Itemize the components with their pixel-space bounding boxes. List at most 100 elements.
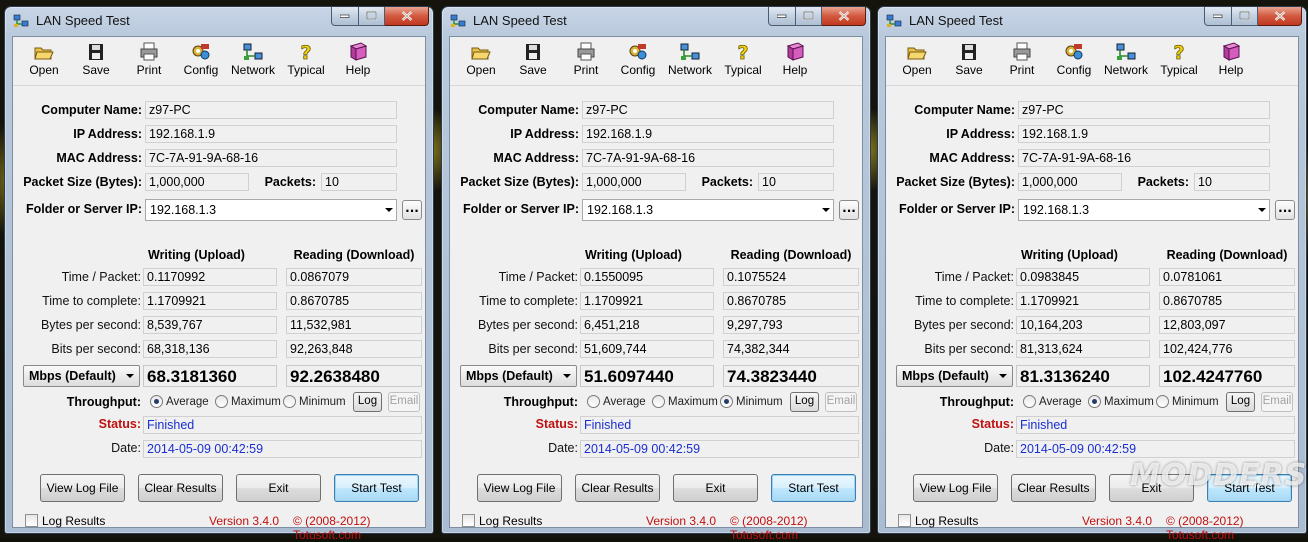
toolbar-typical-button[interactable]: ? Typical — [1154, 39, 1204, 83]
toolbar-help-button[interactable]: Help — [770, 39, 820, 83]
toolbar-save-button[interactable]: Save — [944, 39, 994, 83]
minimize-icon — [1213, 14, 1223, 18]
minimize-button[interactable] — [1204, 7, 1232, 26]
email-button[interactable]: Email — [388, 392, 420, 412]
units-dropdown[interactable]: Mbps (Default) — [23, 365, 140, 387]
toolbar: Open Save Print Config Network ? Typical… — [13, 37, 425, 86]
log-results-checkbox[interactable]: Log Results — [25, 514, 105, 528]
toolbar-config-button[interactable]: Config — [1049, 39, 1099, 83]
browse-button[interactable]: ... — [402, 200, 422, 220]
maximize-button[interactable] — [796, 7, 822, 26]
radio-average[interactable]: Average — [587, 395, 646, 409]
browse-button[interactable]: ... — [1275, 200, 1295, 220]
radio-maximum[interactable]: Maximum — [215, 395, 281, 409]
radio-dot — [283, 395, 296, 408]
log-button[interactable]: Log — [790, 392, 819, 412]
write-time-complete: 1.1709921 — [1016, 292, 1150, 310]
clear-results-button[interactable]: Clear Results — [1011, 474, 1096, 502]
toolbar-config-button[interactable]: Config — [613, 39, 663, 83]
printer-icon — [1013, 42, 1031, 61]
log-button[interactable]: Log — [353, 392, 382, 412]
minimize-button[interactable] — [768, 7, 796, 26]
maximize-button[interactable] — [1232, 7, 1258, 26]
units-dropdown[interactable]: Mbps (Default) — [460, 365, 577, 387]
units-value: Mbps (Default) — [29, 369, 116, 383]
exit-button[interactable]: Exit — [673, 474, 758, 502]
mac-address-field: 7C-7A-91-9A-68-16 — [582, 149, 834, 167]
toolbar-save-button[interactable]: Save — [508, 39, 558, 83]
view-log-file-button[interactable]: View Log File — [40, 474, 125, 502]
toolbar-open-button[interactable]: Open — [456, 39, 506, 83]
server-ip-combo[interactable]: 192.168.1.3 — [1018, 199, 1270, 221]
log-results-checkbox[interactable]: Log Results — [898, 514, 978, 528]
title-bar[interactable]: LAN Speed Test — [5, 7, 433, 35]
radio-average[interactable]: Average — [1023, 395, 1082, 409]
radio-maximum[interactable]: Maximum — [652, 395, 718, 409]
log-button[interactable]: Log — [1226, 392, 1255, 412]
exit-button[interactable]: Exit — [236, 474, 321, 502]
time-packet-label: Time / Packet: — [61, 270, 141, 284]
toolbar-print-button[interactable]: Print — [561, 39, 611, 83]
maximize-button[interactable] — [359, 7, 385, 26]
chevron-down-icon — [385, 208, 393, 212]
date-value: 2014-05-09 00:42:59 — [580, 440, 859, 458]
folder-server-label: Folder or Server IP: — [25, 202, 142, 216]
minimize-button[interactable] — [331, 7, 359, 26]
start-test-button[interactable]: Start Test — [334, 474, 419, 502]
toolbar-config-label: Config — [620, 63, 656, 77]
toolbar-print-button[interactable]: Print — [997, 39, 1047, 83]
units-dropdown[interactable]: Mbps (Default) — [896, 365, 1013, 387]
radio-minimum[interactable]: Minimum — [720, 395, 783, 409]
toolbar-save-button[interactable]: Save — [71, 39, 121, 83]
toolbar-typical-button[interactable]: ? Typical — [718, 39, 768, 83]
view-log-file-button[interactable]: View Log File — [477, 474, 562, 502]
mac-address-label: MAC Address: — [493, 151, 579, 165]
close-button[interactable] — [385, 7, 429, 26]
server-ip-combo[interactable]: 192.168.1.3 — [582, 199, 834, 221]
title-bar[interactable]: LAN Speed Test — [878, 7, 1306, 35]
packet-size-input[interactable]: 1,000,000 — [582, 173, 686, 191]
toolbar-help-button[interactable]: Help — [333, 39, 383, 83]
browse-button[interactable]: ... — [839, 200, 859, 220]
toolbar-network-button[interactable]: Network — [665, 39, 715, 83]
toolbar-help-button[interactable]: Help — [1206, 39, 1256, 83]
toolbar-network-button[interactable]: Network — [228, 39, 278, 83]
email-button[interactable]: Email — [1261, 392, 1293, 412]
email-button[interactable]: Email — [825, 392, 857, 412]
log-results-checkbox[interactable]: Log Results — [462, 514, 542, 528]
toolbar-typical-label: Typical — [287, 63, 325, 77]
read-bits-sec: 92,263,848 — [286, 340, 422, 358]
clear-results-button[interactable]: Clear Results — [138, 474, 223, 502]
close-button[interactable] — [822, 7, 866, 26]
toolbar-save-label: Save — [82, 63, 110, 77]
read-time-complete: 0.8670785 — [723, 292, 859, 310]
close-button[interactable] — [1258, 7, 1302, 26]
server-ip-value: 192.168.1.3 — [150, 203, 217, 217]
packet-size-input[interactable]: 1,000,000 — [1018, 173, 1122, 191]
radio-minimum[interactable]: Minimum — [283, 395, 346, 409]
server-ip-combo[interactable]: 192.168.1.3 — [145, 199, 397, 221]
app-icon — [886, 14, 902, 27]
radio-minimum[interactable]: Minimum — [1156, 395, 1219, 409]
radio-maximum[interactable]: Maximum — [1088, 395, 1154, 409]
view-log-file-button[interactable]: View Log File — [913, 474, 998, 502]
window-client-area: Open Save Print Config Network ? Typical… — [449, 36, 863, 542]
toolbar-print-button[interactable]: Print — [124, 39, 174, 83]
packets-input[interactable]: 10 — [321, 173, 397, 191]
toolbar-network-button[interactable]: Network — [1101, 39, 1151, 83]
toolbar-open-button[interactable]: Open — [892, 39, 942, 83]
toolbar-open-button[interactable]: Open — [19, 39, 69, 83]
packet-size-input[interactable]: 1,000,000 — [145, 173, 249, 191]
status-label: Status: — [98, 417, 141, 431]
title-bar[interactable]: LAN Speed Test — [442, 7, 870, 35]
clear-results-button[interactable]: Clear Results — [575, 474, 660, 502]
packets-input[interactable]: 10 — [758, 173, 834, 191]
toolbar-config-button[interactable]: Config — [176, 39, 226, 83]
read-mbps: 92.2638480 — [286, 365, 422, 387]
packets-input[interactable]: 10 — [1194, 173, 1270, 191]
packet-size-label: Packet Size (Bytes): — [896, 175, 1015, 189]
start-test-button[interactable]: Start Test — [771, 474, 856, 502]
radio-average[interactable]: Average — [150, 395, 209, 409]
toolbar-typical-button[interactable]: ? Typical — [281, 39, 331, 83]
ip-address-field: 192.168.1.9 — [1018, 125, 1270, 143]
